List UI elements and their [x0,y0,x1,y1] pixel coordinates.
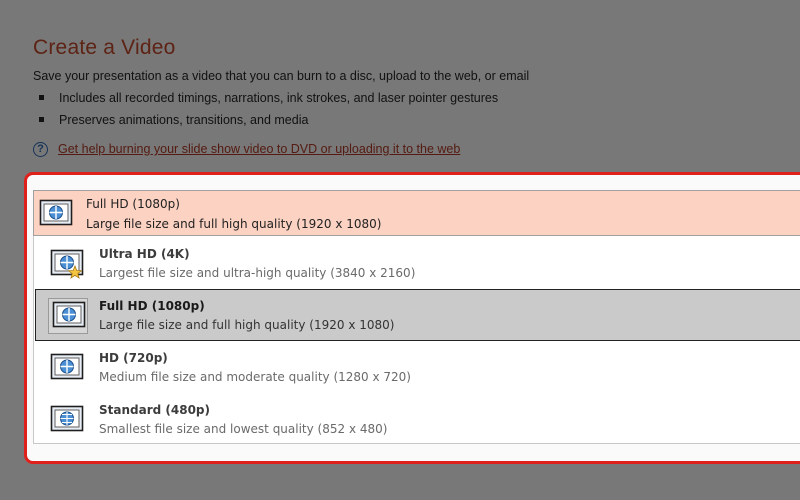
help-link[interactable]: Get help burning your slide show video t… [58,142,460,156]
option-standard[interactable]: Standard (480p) Smallest file size and l… [34,392,800,444]
feature-list: Includes all recorded timings, narration… [37,90,498,134]
bullet-text: Includes all recorded timings, narration… [59,91,499,105]
quality-options-list: Ultra HD (4K) Largest file size and ultr… [33,236,800,444]
option-name: HD (720p) [99,351,168,365]
full-hd-icon [39,199,73,233]
hd-icon [50,353,84,383]
ultra-hd-star-icon [50,249,84,279]
quality-dropdown[interactable]: Full HD (1080p) Large file size and full… [33,190,800,236]
option-detail: Large file size and full high quality (1… [99,318,395,332]
create-video-page: Create a Video Save your presentation as… [0,0,800,500]
list-item: Includes all recorded timings, narration… [37,90,498,112]
option-detail: Medium file size and moderate quality (1… [99,370,411,384]
selected-quality-detail: Large file size and full high quality (1… [86,217,382,231]
option-name: Full HD (1080p) [99,299,205,313]
list-item: Preserves animations, transitions, and m… [37,112,498,134]
option-detail: Largest file size and ultra-high quality… [99,266,416,280]
help-question-icon[interactable]: ? [33,141,48,157]
full-hd-icon [48,298,88,334]
bullet-icon [39,117,44,122]
option-ultra-hd[interactable]: Ultra HD (4K) Largest file size and ultr… [34,236,800,288]
standard-icon [50,405,84,435]
page-description: Save your presentation as a video that y… [33,69,530,83]
option-full-hd[interactable]: Full HD (1080p) Large file size and full… [35,289,800,341]
page-title: Create a Video [33,36,176,59]
option-name: Ultra HD (4K) [99,247,190,261]
option-detail: Smallest file size and lowest quality (8… [99,422,388,436]
bullet-icon [39,95,44,100]
selected-quality-name: Full HD (1080p) [86,197,180,211]
help-row: ? Get help burning your slide show video… [33,140,460,158]
option-hd[interactable]: HD (720p) Medium file size and moderate … [34,340,800,392]
option-name: Standard (480p) [99,403,210,417]
bullet-text: Preserves animations, transitions, and m… [59,113,309,127]
